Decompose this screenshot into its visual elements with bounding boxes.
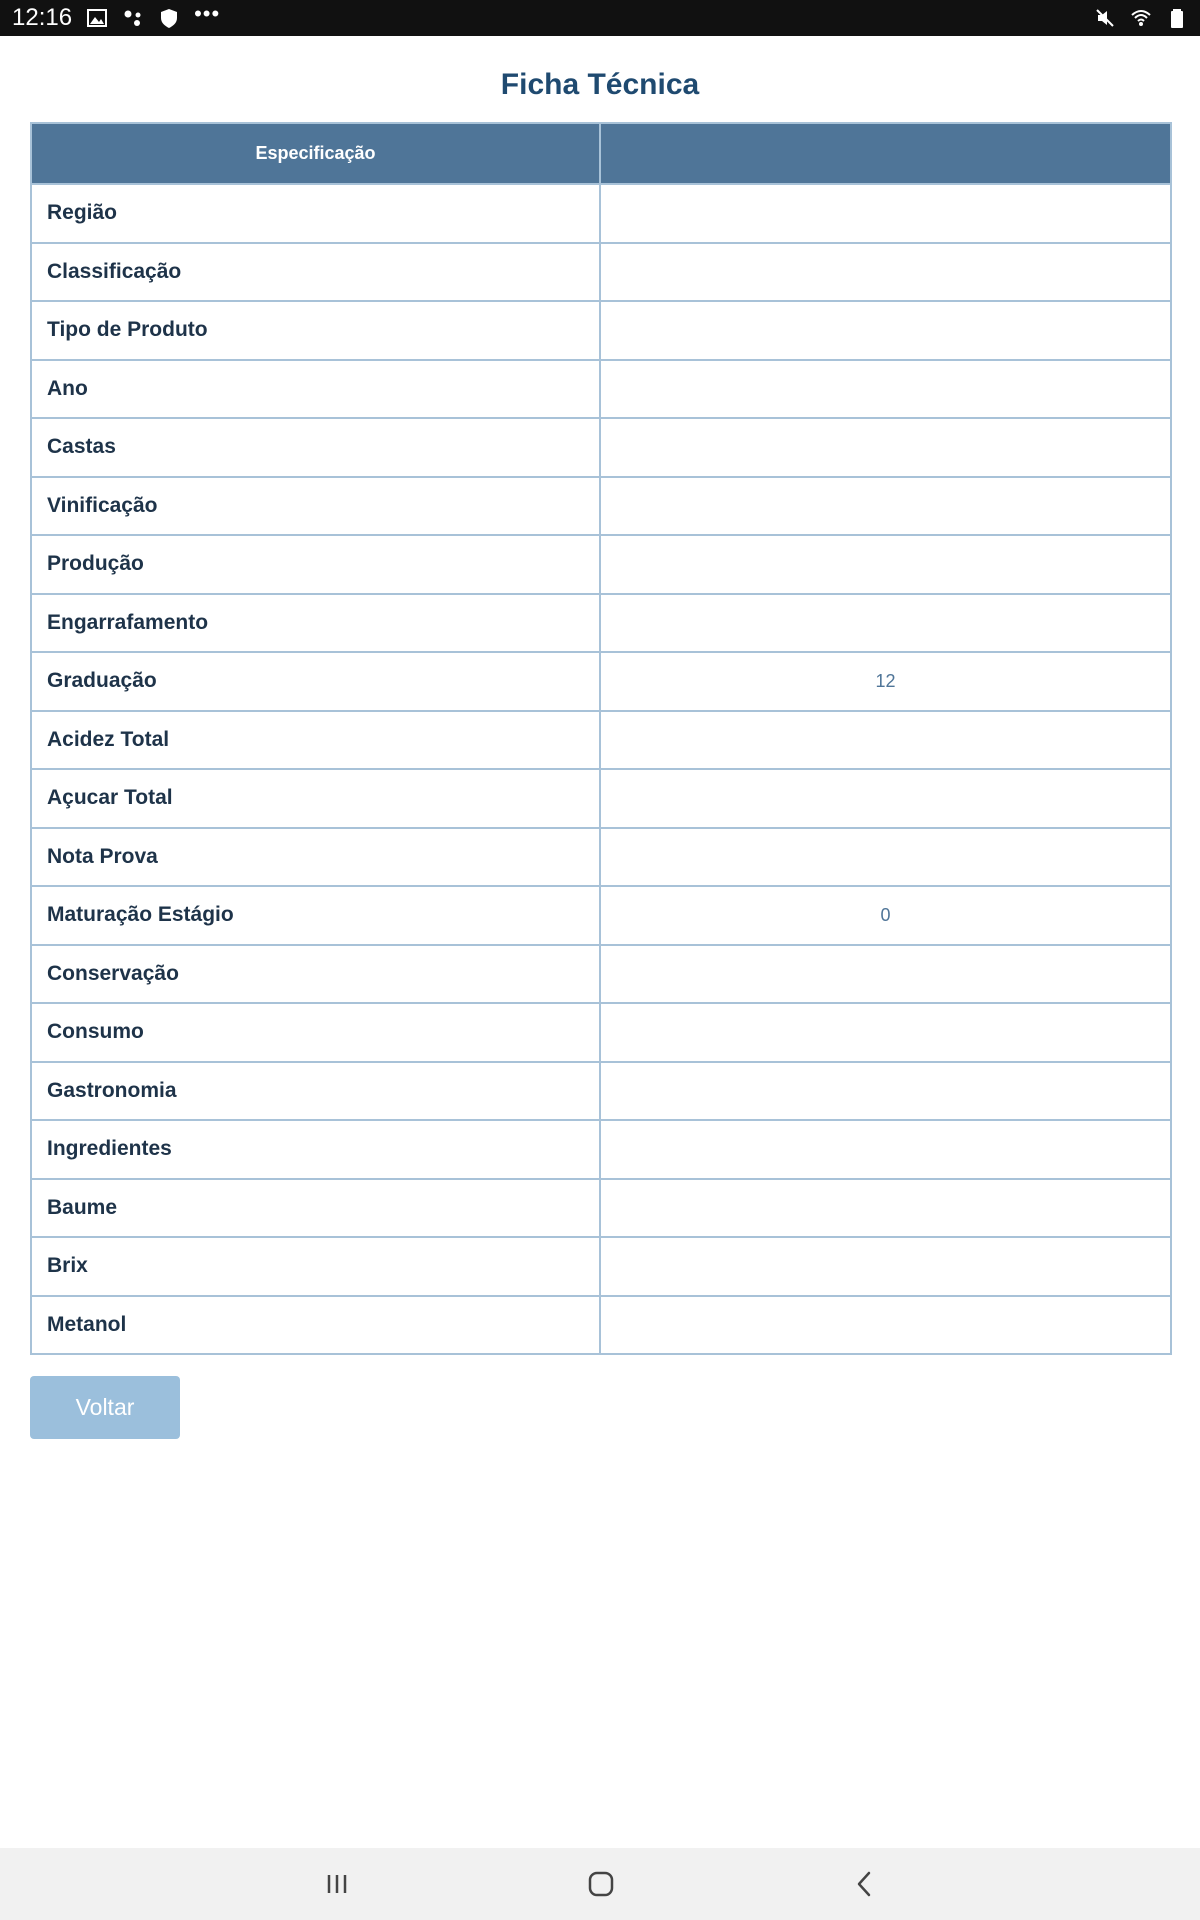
image-icon (87, 9, 108, 27)
table-row: Produção (30, 534, 1172, 595)
row-value (599, 943, 1172, 1004)
row-label: Gastronomia (30, 1060, 601, 1121)
row-value (599, 768, 1172, 829)
table-header-row: Especificação (30, 122, 1172, 185)
status-bar-left: 12:16 ••• (12, 1, 221, 32)
table-row: Vinificação (30, 475, 1172, 536)
row-label: Tipo de Produto (30, 300, 601, 361)
row-value (599, 241, 1172, 302)
row-label: Graduação (30, 651, 601, 712)
navigation-bar (0, 1848, 1200, 1920)
spec-table: Especificação Região Classificação Tipo … (30, 122, 1172, 1355)
battery-icon (1171, 9, 1183, 28)
row-label: Classificação (30, 241, 601, 302)
row-label: Nota Prova (30, 826, 601, 887)
row-label: Metanol (30, 1294, 601, 1355)
row-value (599, 826, 1172, 887)
status-bar: 12:16 ••• (0, 0, 1200, 36)
row-value (599, 417, 1172, 478)
home-icon[interactable] (579, 1862, 623, 1906)
table-row: Maturação Estágio 0 (30, 885, 1172, 946)
column-header-value (599, 122, 1172, 185)
table-row: Graduação 12 (30, 651, 1172, 712)
row-value (599, 1119, 1172, 1180)
row-value (599, 1177, 1172, 1238)
table-row: Ano (30, 358, 1172, 419)
table-row: Brix (30, 1236, 1172, 1297)
table-row: Região (30, 183, 1172, 244)
row-value (599, 1294, 1172, 1355)
row-value (599, 1002, 1172, 1063)
row-label: Baume (30, 1177, 601, 1238)
row-label: Produção (30, 534, 601, 595)
row-value (599, 1060, 1172, 1121)
row-label: Ano (30, 358, 601, 419)
row-value (599, 709, 1172, 770)
table-row: Ingredientes (30, 1119, 1172, 1180)
back-button[interactable]: Voltar (30, 1376, 180, 1439)
table-row: Consumo (30, 1002, 1172, 1063)
row-label: Consumo (30, 1002, 601, 1063)
more-dots-icon: ••• (194, 1, 221, 26)
network-dots-icon (124, 10, 141, 26)
row-value: 0 (599, 885, 1172, 946)
row-label: Brix (30, 1236, 601, 1297)
row-label: Castas (30, 417, 601, 478)
row-label: Engarrafamento (30, 592, 601, 653)
row-label: Acidez Total (30, 709, 601, 770)
row-label: Açucar Total (30, 768, 601, 829)
row-value: 12 (599, 651, 1172, 712)
table-row: Engarrafamento (30, 592, 1172, 653)
status-bar-right (1094, 7, 1188, 29)
row-value (599, 1236, 1172, 1297)
row-value (599, 358, 1172, 419)
row-value (599, 534, 1172, 595)
table-row: Baume (30, 1177, 1172, 1238)
back-icon[interactable] (843, 1862, 887, 1906)
column-header-spec: Especificação (30, 122, 601, 185)
table-row: Nota Prova (30, 826, 1172, 887)
status-time: 12:16 (12, 4, 73, 31)
table-row: Acidez Total (30, 709, 1172, 770)
row-label: Vinificação (30, 475, 601, 536)
table-row: Castas (30, 417, 1172, 478)
row-value (599, 592, 1172, 653)
table-row: Gastronomia (30, 1060, 1172, 1121)
table-row: Metanol (30, 1294, 1172, 1355)
row-value (599, 475, 1172, 536)
row-value (599, 300, 1172, 361)
row-label: Ingredientes (30, 1119, 601, 1180)
page-title: Ficha Técnica (500, 68, 700, 101)
row-value (599, 183, 1172, 244)
mute-icon (1096, 9, 1114, 27)
wifi-icon (1131, 10, 1151, 26)
shield-icon (161, 9, 178, 28)
recents-icon[interactable] (315, 1862, 359, 1906)
table-row: Conservação (30, 943, 1172, 1004)
row-label: Conservação (30, 943, 601, 1004)
row-label: Maturação Estágio (30, 885, 601, 946)
table-row: Classificação (30, 241, 1172, 302)
table-row: Açucar Total (30, 768, 1172, 829)
row-label: Região (30, 183, 601, 244)
table-row: Tipo de Produto (30, 300, 1172, 361)
screen: 12:16 ••• Ficha Técnica Especificação Re… (0, 0, 1200, 1920)
